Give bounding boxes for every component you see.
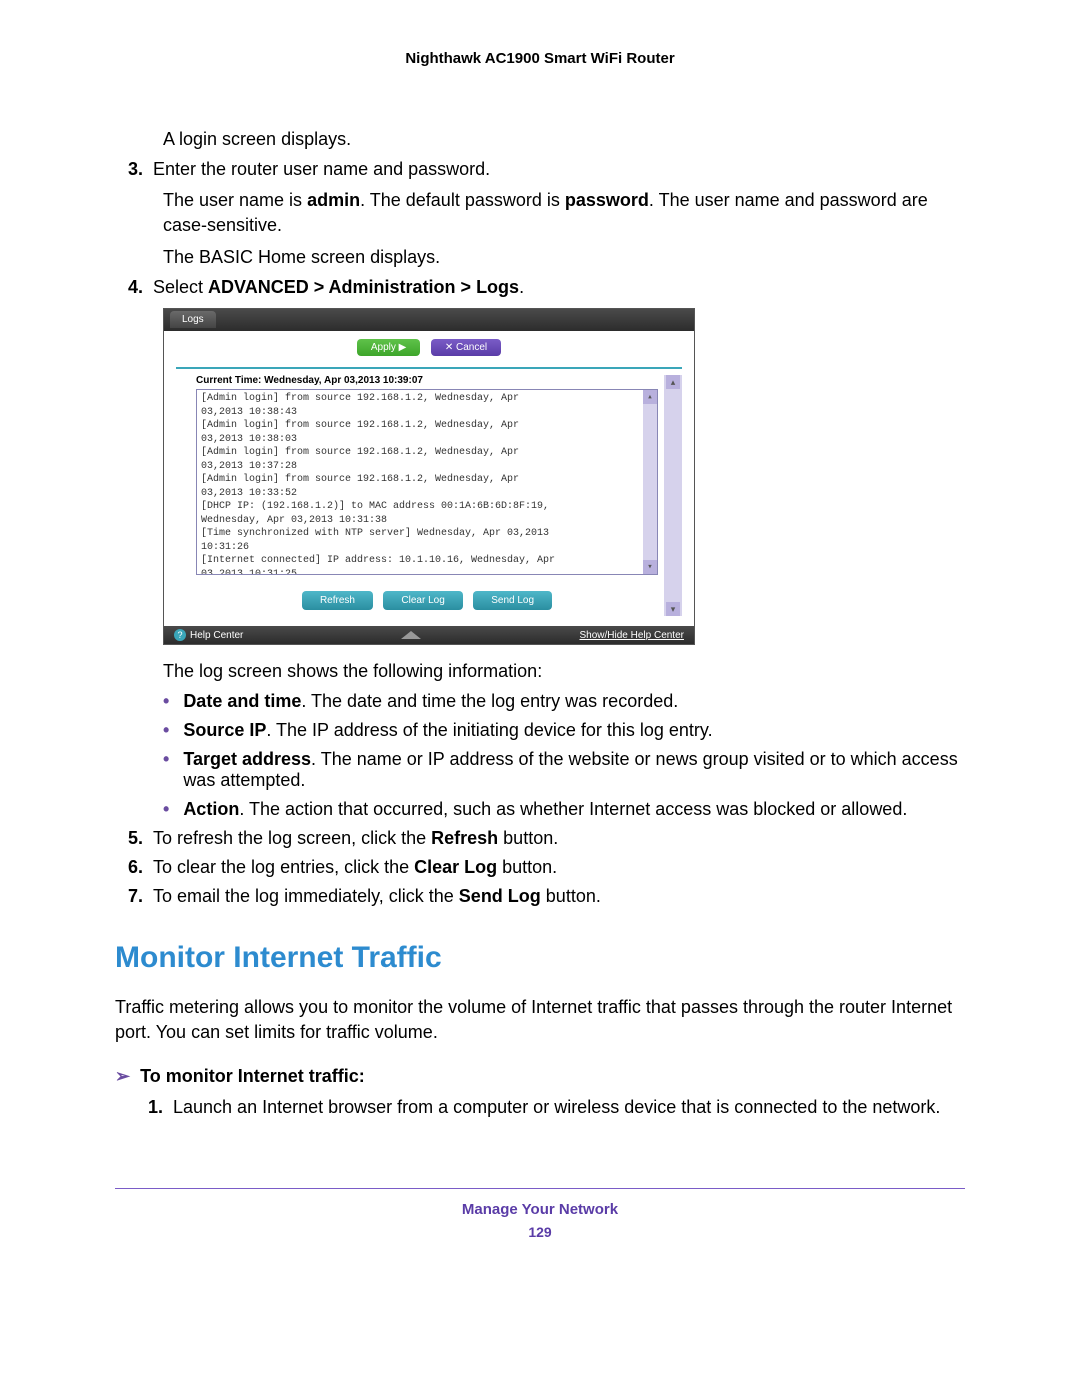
refresh-button[interactable]: Refresh bbox=[302, 591, 373, 610]
step-number: 1. bbox=[135, 1097, 163, 1118]
text: . The action that occurred, such as whet… bbox=[239, 799, 907, 819]
step-number: 7. bbox=[115, 886, 143, 907]
step-number: 6. bbox=[115, 857, 143, 878]
bullet-icon: • bbox=[163, 749, 169, 791]
logs-screenshot: Logs Apply ▶ ✕ Cancel ▴ ▾ Current Time: … bbox=[163, 308, 695, 645]
log-line: [Internet connected] IP address: 10.1.10… bbox=[201, 554, 653, 568]
step-number: 5. bbox=[115, 828, 143, 849]
step-6: 6. To clear the log entries, click the C… bbox=[115, 857, 965, 878]
log-line: Wednesday, Apr 03,2013 10:31:38 bbox=[201, 514, 653, 528]
proc-title: To monitor Internet traffic: bbox=[140, 1066, 365, 1086]
outer-scroll-down-icon[interactable]: ▾ bbox=[666, 602, 680, 616]
help-center-label: Help Center bbox=[190, 630, 243, 641]
text: . The date and time the log entry was re… bbox=[301, 691, 678, 711]
text: button. bbox=[541, 886, 601, 906]
outer-scroll-up-icon[interactable]: ▴ bbox=[666, 375, 680, 389]
step-3-detail: The user name is admin. The default pass… bbox=[163, 188, 965, 237]
bullet-action: • Action. The action that occurred, such… bbox=[163, 799, 965, 820]
step-4: 4. Select ADVANCED > Administration > Lo… bbox=[115, 277, 965, 298]
log-line: [Time synchronized with NTP server] Wedn… bbox=[201, 527, 653, 541]
section-intro: Traffic metering allows you to monitor t… bbox=[115, 995, 965, 1044]
bullet-icon: • bbox=[163, 799, 169, 820]
step-text: Enter the router user name and password. bbox=[153, 159, 965, 180]
log-scroll-down-icon[interactable]: ▾ bbox=[643, 560, 657, 574]
text: To email the log immediately, click the bbox=[153, 886, 459, 906]
cancel-button[interactable]: ✕ Cancel bbox=[431, 339, 501, 356]
text: To clear the log entries, click the bbox=[153, 857, 414, 877]
current-time-label: Current Time: Wednesday, Apr 03,2013 10:… bbox=[196, 375, 658, 386]
bold: Date and time bbox=[183, 691, 301, 711]
text: button. bbox=[497, 857, 557, 877]
bold: Clear Log bbox=[414, 857, 497, 877]
log-textarea[interactable]: ▴ ▾ [Admin login] from source 192.168.1.… bbox=[196, 389, 658, 575]
log-line: [Admin login] from source 192.168.1.2, W… bbox=[201, 473, 653, 487]
bold: Action bbox=[183, 799, 239, 819]
log-line: [DHCP IP: (192.168.1.2)] to MAC address … bbox=[201, 500, 653, 514]
bullet-source-ip: • Source IP. The IP address of the initi… bbox=[163, 720, 965, 741]
bold: ADVANCED > Administration > Logs bbox=[208, 277, 519, 297]
text: . bbox=[519, 277, 524, 297]
step-number: 4. bbox=[115, 277, 143, 298]
text: . The default password is bbox=[360, 190, 565, 210]
footer-section-label: Manage Your Network bbox=[115, 1201, 965, 1218]
log-line: 10:31:26 bbox=[201, 541, 653, 555]
step-number: 3. bbox=[115, 159, 143, 180]
bold: Refresh bbox=[431, 828, 498, 848]
text: button. bbox=[498, 828, 558, 848]
step-5: 5. To refresh the log screen, click the … bbox=[115, 828, 965, 849]
bold: Source IP bbox=[183, 720, 266, 740]
log-line: [Admin login] from source 192.168.1.2, W… bbox=[201, 446, 653, 460]
help-center-link[interactable]: ? Help Center bbox=[174, 629, 243, 641]
monitor-step-1: 1. Launch an Internet browser from a com… bbox=[135, 1097, 965, 1118]
log-line: 03,2013 10:37:28 bbox=[201, 460, 653, 474]
step-text: Select ADVANCED > Administration > Logs. bbox=[153, 277, 965, 298]
bold: admin bbox=[307, 190, 360, 210]
proc-arrow-icon: ➢ bbox=[115, 1066, 130, 1086]
basic-home-note: The BASIC Home screen displays. bbox=[163, 245, 965, 269]
login-note: A login screen displays. bbox=[163, 127, 965, 151]
footer-page-number: 129 bbox=[115, 1224, 965, 1240]
page-footer: Manage Your Network 129 bbox=[115, 1188, 965, 1240]
text: The user name is bbox=[163, 190, 307, 210]
bullet-target-address: • Target address. The name or IP address… bbox=[163, 749, 965, 791]
procedure-heading: ➢ To monitor Internet traffic: bbox=[115, 1066, 965, 1087]
step-3: 3. Enter the router user name and passwo… bbox=[115, 159, 965, 180]
logs-tab[interactable]: Logs bbox=[170, 311, 216, 328]
apply-button[interactable]: Apply ▶ bbox=[357, 339, 420, 356]
log-line: 03,2013 10:31:25 bbox=[201, 568, 653, 576]
clear-log-button[interactable]: Clear Log bbox=[383, 591, 462, 610]
log-line: 03,2013 10:38:43 bbox=[201, 406, 653, 420]
text: To refresh the log screen, click the bbox=[153, 828, 431, 848]
bullet-date-time: • Date and time. The date and time the l… bbox=[163, 691, 965, 712]
bold: password bbox=[565, 190, 649, 210]
text: Select bbox=[153, 277, 208, 297]
log-line: [Admin login] from source 192.168.1.2, W… bbox=[201, 392, 653, 406]
text: . The IP address of the initiating devic… bbox=[266, 720, 712, 740]
step-text: Launch an Internet browser from a comput… bbox=[173, 1097, 965, 1118]
expand-arrow-icon[interactable] bbox=[401, 631, 421, 639]
tab-bar: Logs bbox=[164, 309, 694, 331]
log-scroll-up-icon[interactable]: ▴ bbox=[643, 390, 657, 404]
section-heading: Monitor Internet Traffic bbox=[115, 941, 965, 975]
log-line: 03,2013 10:33:52 bbox=[201, 487, 653, 501]
log-line: [Admin login] from source 192.168.1.2, W… bbox=[201, 419, 653, 433]
help-footer: ? Help Center Show/Hide Help Center bbox=[164, 626, 694, 644]
log-line: 03,2013 10:38:03 bbox=[201, 433, 653, 447]
help-icon: ? bbox=[174, 629, 186, 641]
bullet-icon: • bbox=[163, 691, 169, 712]
log-info-intro: The log screen shows the following infor… bbox=[163, 659, 965, 683]
page-header: Nighthawk AC1900 Smart WiFi Router bbox=[115, 50, 965, 67]
bullet-icon: • bbox=[163, 720, 169, 741]
bold: Send Log bbox=[459, 886, 541, 906]
bold: Target address bbox=[183, 749, 311, 769]
show-hide-help-link[interactable]: Show/Hide Help Center bbox=[579, 630, 684, 641]
step-7: 7. To email the log immediately, click t… bbox=[115, 886, 965, 907]
send-log-button[interactable]: Send Log bbox=[473, 591, 552, 610]
